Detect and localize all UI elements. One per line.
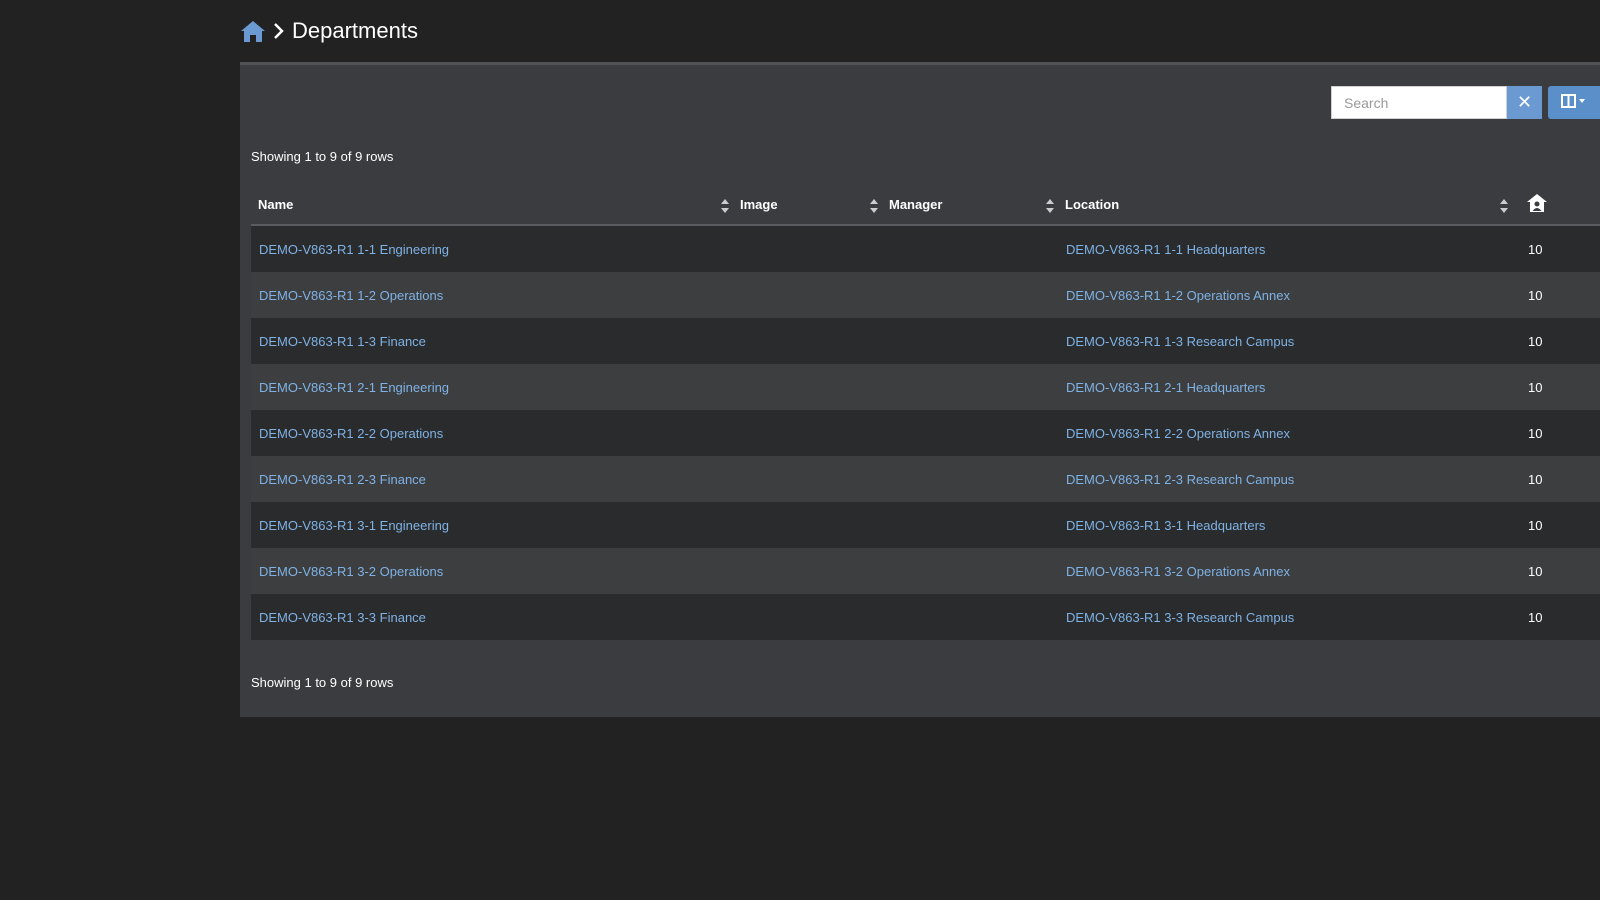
table-row: DEMO-V863-R1 2-2 Operations DEMO-V863-R1… xyxy=(251,410,1600,456)
column-header-image[interactable]: Image xyxy=(733,184,882,225)
table-row: DEMO-V863-R1 3-1 Engineering DEMO-V863-R… xyxy=(251,502,1600,548)
column-header-location[interactable]: Location xyxy=(1058,184,1512,225)
department-name-link[interactable]: DEMO-V863-R1 3-2 Operations xyxy=(259,564,443,579)
department-name-link[interactable]: DEMO-V863-R1 1-1 Engineering xyxy=(259,242,449,257)
location-link[interactable]: DEMO-V863-R1 3-1 Headquarters xyxy=(1066,518,1265,533)
sort-icon xyxy=(870,199,878,213)
table-row: DEMO-V863-R1 3-2 Operations DEMO-V863-R1… xyxy=(251,548,1600,594)
table-row: DEMO-V863-R1 3-3 Finance DEMO-V863-R1 3-… xyxy=(251,594,1600,640)
sort-icon xyxy=(1046,199,1054,213)
department-name-link[interactable]: DEMO-V863-R1 1-2 Operations xyxy=(259,288,443,303)
pagination-info-bottom: Showing 1 to 9 of 9 rows xyxy=(251,675,394,690)
location-link[interactable]: DEMO-V863-R1 2-3 Research Campus xyxy=(1066,472,1294,487)
sort-icon xyxy=(1500,199,1508,213)
house-user-icon xyxy=(1526,193,1548,216)
location-link[interactable]: DEMO-V863-R1 3-3 Research Campus xyxy=(1066,610,1294,625)
clear-search-button[interactable]: ✕ xyxy=(1507,86,1542,119)
location-link[interactable]: DEMO-V863-R1 1-3 Research Campus xyxy=(1066,334,1294,349)
departments-table: Name Image Manager Location DEMO-V863-R1… xyxy=(251,185,1600,640)
home-icon[interactable] xyxy=(240,19,266,43)
count-cell: 10 xyxy=(1528,471,1543,487)
location-link[interactable]: DEMO-V863-R1 1-1 Headquarters xyxy=(1066,242,1265,257)
count-cell: 10 xyxy=(1528,517,1543,533)
column-header-label: Manager xyxy=(889,197,943,212)
close-icon: ✕ xyxy=(1516,92,1533,112)
location-link[interactable]: DEMO-V863-R1 1-2 Operations Annex xyxy=(1066,288,1290,303)
column-header-count[interactable] xyxy=(1512,184,1600,225)
department-name-link[interactable]: DEMO-V863-R1 2-2 Operations xyxy=(259,426,443,441)
table-body: DEMO-V863-R1 1-1 Engineering DEMO-V863-R… xyxy=(251,226,1600,640)
table-row: DEMO-V863-R1 1-3 Finance DEMO-V863-R1 1-… xyxy=(251,318,1600,364)
pagination-info-top: Showing 1 to 9 of 9 rows xyxy=(251,149,394,164)
sort-icon xyxy=(721,199,729,213)
count-cell: 10 xyxy=(1528,241,1543,257)
count-cell: 10 xyxy=(1528,379,1543,395)
column-header-manager[interactable]: Manager xyxy=(882,184,1058,225)
table-header: Name Image Manager Location xyxy=(251,185,1600,226)
departments-panel: ✕ Showing 1 to 9 of 9 rows Name Image xyxy=(240,62,1600,717)
department-name-link[interactable]: DEMO-V863-R1 2-3 Finance xyxy=(259,472,426,487)
count-cell: 10 xyxy=(1528,609,1543,625)
search-input[interactable] xyxy=(1331,86,1507,119)
location-link[interactable]: DEMO-V863-R1 2-1 Headquarters xyxy=(1066,380,1265,395)
table-row: DEMO-V863-R1 2-3 Finance DEMO-V863-R1 2-… xyxy=(251,456,1600,502)
column-header-label: Name xyxy=(258,197,294,212)
count-cell: 10 xyxy=(1528,333,1543,349)
column-header-label: Image xyxy=(740,197,778,212)
page-title: Departments xyxy=(292,18,418,43)
table-row: DEMO-V863-R1 1-2 Operations DEMO-V863-R1… xyxy=(251,272,1600,318)
columns-icon xyxy=(1561,94,1587,111)
department-name-link[interactable]: DEMO-V863-R1 2-1 Engineering xyxy=(259,380,449,395)
chevron-right-icon xyxy=(270,21,288,41)
department-name-link[interactable]: DEMO-V863-R1 3-1 Engineering xyxy=(259,518,449,533)
column-header-name[interactable]: Name xyxy=(251,184,733,225)
table-toolbar: ✕ xyxy=(1331,86,1600,119)
column-header-label: Location xyxy=(1065,197,1120,212)
table-row: DEMO-V863-R1 1-1 Engineering DEMO-V863-R… xyxy=(251,226,1600,272)
columns-toggle-button[interactable] xyxy=(1548,86,1600,119)
breadcrumb: Departments xyxy=(240,14,418,48)
table-row: DEMO-V863-R1 2-1 Engineering DEMO-V863-R… xyxy=(251,364,1600,410)
location-link[interactable]: DEMO-V863-R1 3-2 Operations Annex xyxy=(1066,564,1290,579)
count-cell: 10 xyxy=(1528,425,1543,441)
department-name-link[interactable]: DEMO-V863-R1 1-3 Finance xyxy=(259,334,426,349)
count-cell: 10 xyxy=(1528,563,1543,579)
department-name-link[interactable]: DEMO-V863-R1 3-3 Finance xyxy=(259,610,426,625)
location-link[interactable]: DEMO-V863-R1 2-2 Operations Annex xyxy=(1066,426,1290,441)
count-cell: 10 xyxy=(1528,287,1543,303)
